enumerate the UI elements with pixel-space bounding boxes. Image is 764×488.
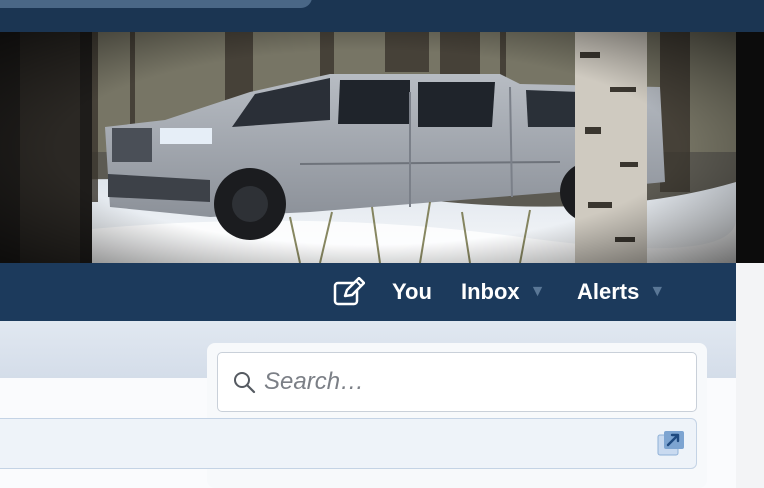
search-icon bbox=[234, 372, 256, 394]
nav-bar-gap bbox=[736, 263, 764, 321]
banner-image bbox=[0, 32, 736, 263]
nav-inbox[interactable]: Inbox ▼ bbox=[461, 276, 546, 308]
chevron-down-icon[interactable]: ▼ bbox=[649, 283, 665, 301]
nav-inbox-label: Inbox bbox=[461, 279, 520, 304]
top-bar-pill[interactable] bbox=[0, 0, 312, 8]
chevron-down-icon[interactable]: ▼ bbox=[530, 283, 546, 301]
nav-you-label: You bbox=[392, 279, 432, 304]
pencil-square-icon bbox=[333, 277, 365, 306]
external-link-icon[interactable] bbox=[657, 430, 685, 456]
search-input[interactable]: Search… bbox=[217, 352, 697, 412]
banner-side-shadow bbox=[736, 32, 764, 263]
nav-alerts-label: Alerts bbox=[577, 279, 640, 304]
header-banner[interactable] bbox=[0, 32, 736, 263]
compose-button[interactable] bbox=[333, 276, 365, 308]
top-bar bbox=[0, 0, 764, 32]
nav-you[interactable]: You bbox=[392, 276, 432, 308]
content-link-row[interactable] bbox=[0, 418, 697, 469]
search-placeholder: Search… bbox=[264, 368, 365, 395]
nav-alerts[interactable]: Alerts ▼ bbox=[577, 276, 665, 308]
